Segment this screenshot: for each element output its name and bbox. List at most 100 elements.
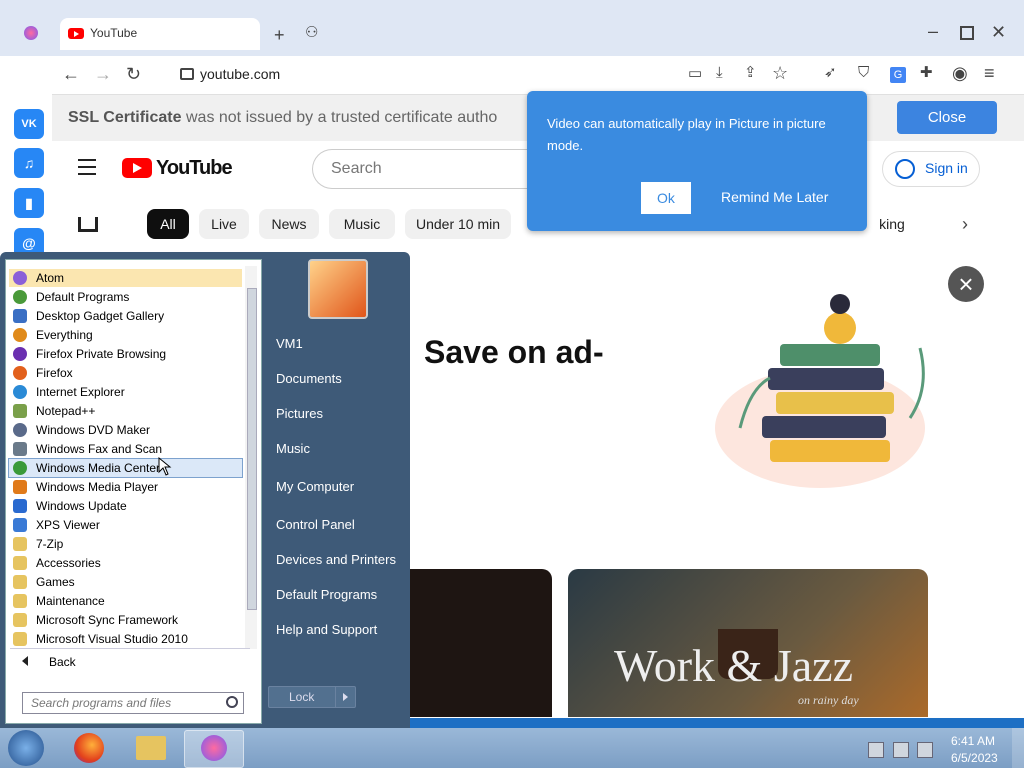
youtube-wordmark[interactable]: YouTube (156, 157, 233, 180)
list-item[interactable]: XPS Viewer (9, 516, 242, 534)
list-item[interactable]: 7-Zip (9, 535, 242, 553)
list-item[interactable]: Firefox (9, 364, 242, 382)
start-button[interactable] (8, 730, 44, 766)
incognito-icon[interactable]: ⚇ (305, 25, 318, 40)
explorer-taskbar-icon[interactable] (136, 736, 166, 760)
start-search-input[interactable]: Search programs and files (22, 692, 244, 714)
chip-all[interactable]: All (147, 209, 189, 239)
atom-taskbar-button[interactable] (184, 730, 244, 768)
home-icon[interactable] (78, 217, 98, 232)
list-item[interactable]: Notepad++ (9, 402, 242, 420)
clock-date[interactable]: 6/5/2023 (951, 751, 998, 765)
ad-close-icon[interactable]: × (948, 266, 984, 302)
tab-youtube[interactable]: YouTube (60, 18, 260, 50)
divider (335, 687, 336, 707)
chip-news[interactable]: News (259, 209, 319, 239)
vk-icon[interactable]: VK (14, 109, 44, 139)
network-icon[interactable] (893, 742, 909, 758)
ad-heading: Save on ad- (424, 334, 604, 370)
list-item[interactable]: Firefox Private Browsing (9, 345, 242, 363)
hamburger-menu-icon[interactable] (78, 159, 96, 180)
firefox-taskbar-icon[interactable] (74, 733, 104, 763)
notepad-plus-plus-icon (13, 404, 27, 418)
chip-partial[interactable]: king (867, 209, 917, 239)
minimize-icon[interactable]: – (928, 22, 938, 40)
list-item[interactable]: Atom (9, 269, 242, 287)
video-thumbnail-1[interactable] (410, 569, 552, 717)
download-icon[interactable]: ⤓ (716, 65, 723, 80)
close-window-icon[interactable]: ✕ (991, 23, 1006, 41)
profile-icon[interactable]: ◉ (952, 64, 968, 82)
youtube-logo-icon[interactable] (122, 158, 152, 178)
list-item[interactable]: Desktop Gadget Gallery (9, 307, 242, 325)
list-item[interactable]: Default Programs (9, 288, 242, 306)
start-link-devices-printers[interactable]: Devices and Printers (276, 552, 396, 567)
show-desktop-button[interactable] (1012, 728, 1024, 768)
default-programs-icon (13, 290, 27, 304)
extensions-icon[interactable]: ✚ (920, 65, 933, 80)
share-icon[interactable]: ⇪ (744, 65, 757, 80)
lock-icon[interactable] (180, 68, 194, 80)
ssl-close-button[interactable]: Close (897, 101, 997, 134)
shield-icon[interactable]: ⛉ (858, 65, 869, 80)
rocket-icon[interactable]: ➶ (824, 65, 837, 80)
start-link-default-programs[interactable]: Default Programs (276, 587, 377, 602)
list-item[interactable]: Windows Fax and Scan (9, 440, 242, 458)
list-item[interactable]: Windows DVD Maker (9, 421, 242, 439)
folder-icon (13, 575, 27, 589)
start-link-my-computer[interactable]: My Computer (276, 479, 354, 494)
menu-icon[interactable]: ≡ (984, 64, 995, 82)
tab-title: YouTube (90, 26, 138, 40)
new-tab-icon[interactable]: + (274, 26, 285, 44)
reload-icon[interactable]: ↻ (126, 65, 141, 83)
programs-scrollbar[interactable] (245, 266, 257, 649)
list-item[interactable]: Internet Explorer (9, 383, 242, 401)
list-item[interactable]: Windows Media Player (9, 478, 242, 496)
user-picture[interactable] (308, 259, 368, 319)
list-item[interactable]: Accessories (9, 554, 242, 572)
lock-button[interactable]: Lock (268, 686, 356, 708)
lock-options-arrow-icon[interactable] (343, 693, 348, 701)
maximize-icon[interactable] (960, 26, 974, 40)
thumbnail-subtitle: on rainy day (798, 693, 859, 707)
chip-music[interactable]: Music (329, 209, 395, 239)
pip-ok-button[interactable]: Ok (641, 182, 691, 214)
start-link-documents[interactable]: Documents (276, 371, 342, 386)
back-icon[interactable]: ← (62, 65, 80, 83)
volume-muted-icon[interactable] (917, 742, 933, 758)
pip-remind-later-button[interactable]: Remind Me Later (721, 189, 828, 205)
chip-under-10-min[interactable]: Under 10 min (405, 209, 511, 239)
video-thumbnail-2[interactable]: Work & Jazz on rainy day (568, 569, 928, 717)
pip-icon[interactable]: ▭ (688, 66, 702, 81)
forward-icon[interactable]: → (94, 65, 112, 83)
start-link-control-panel[interactable]: Control Panel (276, 517, 355, 532)
start-link-music[interactable]: Music (276, 441, 310, 456)
sign-in-button[interactable]: Sign in (882, 151, 980, 187)
list-item[interactable]: Windows Media Center (8, 458, 243, 478)
list-item[interactable]: Microsoft Visual Studio 2010 (9, 630, 242, 648)
action-center-icon[interactable] (868, 742, 884, 758)
chevron-right-icon[interactable]: › (962, 215, 968, 233)
scrollbar-thumb[interactable] (247, 288, 257, 610)
list-item[interactable]: Maintenance (9, 592, 242, 610)
gadget-gallery-icon (13, 309, 27, 323)
folder-icon (13, 632, 27, 646)
start-link-pictures[interactable]: Pictures (276, 406, 323, 421)
start-link-vm1[interactable]: VM1 (276, 336, 303, 351)
youtube-search-input[interactable]: Search (312, 149, 553, 189)
list-item[interactable]: Everything (9, 326, 242, 344)
list-item[interactable]: Games (9, 573, 242, 591)
url-field[interactable]: youtube.com (200, 66, 280, 82)
start-link-help-support[interactable]: Help and Support (276, 622, 377, 637)
address-bar: ← → ↻ youtube.com ▭ ⤓ ⇪ ☆ ➶ ⛉ G ✚ ◉ ≡ (52, 56, 1024, 95)
stats-icon[interactable]: ▮ (14, 188, 44, 218)
list-item[interactable]: Windows Update (9, 497, 242, 515)
music-icon[interactable]: ♫ (14, 148, 44, 178)
translate-icon[interactable]: G (890, 67, 906, 83)
list-item[interactable]: Microsoft Sync Framework (9, 611, 242, 629)
bookmark-star-icon[interactable]: ☆ (772, 64, 788, 82)
back-button[interactable]: Back (10, 650, 257, 674)
chip-live[interactable]: Live (199, 209, 249, 239)
clock-time[interactable]: 6:41 AM (951, 734, 995, 748)
account-icon (895, 159, 915, 179)
